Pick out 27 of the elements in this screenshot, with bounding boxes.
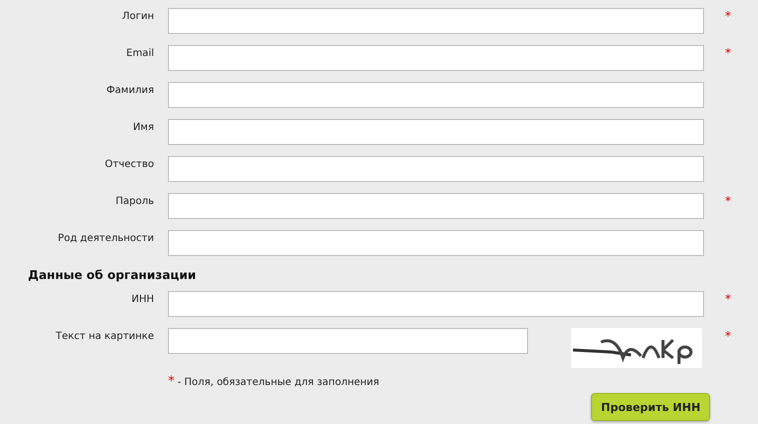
required-mark: * [724, 45, 732, 60]
field-label: ИНН [130, 293, 155, 305]
section-title: Данные об организации [27, 267, 198, 284]
required-note: - Поля, обязательные для заполнения [178, 377, 380, 388]
field-label: Отчество [104, 158, 155, 170]
field-label: Имя [132, 121, 155, 133]
required-mark: * [724, 328, 732, 343]
field-label: Email [125, 47, 155, 59]
input-field[interactable] [168, 193, 704, 219]
input-field[interactable] [168, 230, 704, 256]
input-field[interactable] [168, 328, 528, 354]
field-label: Пароль [114, 195, 155, 207]
input-field[interactable] [168, 8, 704, 34]
input-field[interactable] [168, 45, 704, 71]
input-field[interactable] [168, 291, 704, 317]
input-field[interactable] [168, 119, 704, 145]
required-mark: * [724, 193, 732, 208]
field-label: Род деятельности [56, 232, 155, 244]
input-field[interactable] [168, 82, 704, 108]
field-label: Логин [121, 10, 155, 22]
check-inn-button[interactable]: Проверить ИНН [591, 393, 710, 421]
required-mark: * [724, 8, 732, 23]
required-mark: * [724, 291, 732, 306]
field-label: Текст на картинке [54, 330, 155, 342]
input-field[interactable] [168, 156, 704, 182]
required-mark: * [168, 374, 174, 389]
field-label: Фамилия [105, 84, 155, 96]
